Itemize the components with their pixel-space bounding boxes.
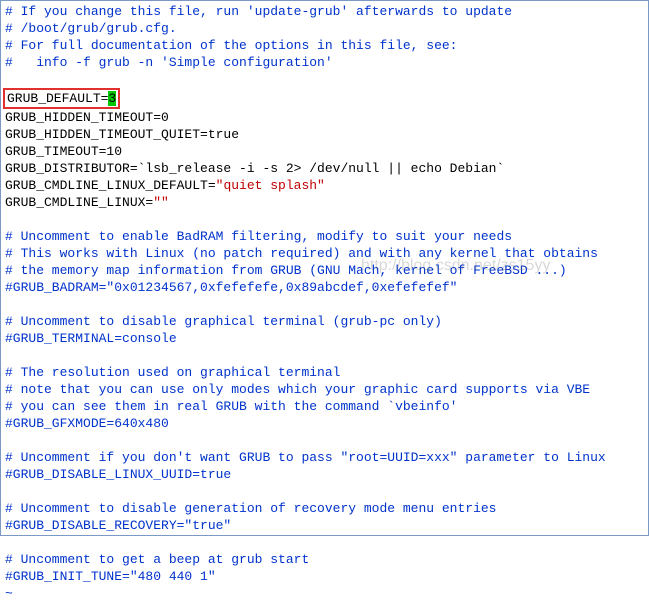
code-segment: GRUB_CMDLINE_LINUX_DEFAULT= — [5, 178, 216, 193]
code-segment: ~ — [5, 586, 13, 601]
code-segment: "quiet splash" — [216, 178, 325, 193]
code-line[interactable]: GRUB_CMDLINE_LINUX="" — [5, 194, 644, 211]
code-line[interactable] — [5, 347, 644, 364]
code-segment: # If you change this file, run 'update-g… — [5, 4, 512, 19]
code-segment: # info -f grub -n 'Simple configuration' — [5, 55, 333, 70]
code-segment: # This works with Linux (no patch requir… — [5, 246, 598, 261]
code-line[interactable]: # Uncomment if you don't want GRUB to pa… — [5, 449, 644, 466]
code-segment: GRUB_HIDDEN_TIMEOUT_QUIET=true — [5, 127, 239, 142]
code-line[interactable]: GRUB_DISTRIBUTOR=`lsb_release -i -s 2> /… — [5, 160, 644, 177]
code-segment: #GRUB_DISABLE_RECOVERY="true" — [5, 518, 231, 533]
code-line[interactable]: GRUB_HIDDEN_TIMEOUT=0 — [5, 109, 644, 126]
code-line[interactable]: GRUB_HIDDEN_TIMEOUT_QUIET=true — [5, 126, 644, 143]
code-line[interactable] — [5, 71, 644, 88]
code-line[interactable]: GRUB_DEFAULT=3 — [5, 88, 644, 109]
code-segment: "" — [153, 195, 169, 210]
code-line[interactable]: # The resolution used on graphical termi… — [5, 364, 644, 381]
code-line[interactable] — [5, 534, 644, 551]
code-segment: # Uncomment to get a beep at grub start — [5, 552, 309, 567]
code-segment — [5, 297, 13, 312]
code-segment: #GRUB_GFXMODE=640x480 — [5, 416, 169, 431]
code-segment: # For full documentation of the options … — [5, 38, 457, 53]
code-line[interactable]: # info -f grub -n 'Simple configuration' — [5, 54, 644, 71]
code-segment: # Uncomment to disable graphical termina… — [5, 314, 442, 329]
code-segment: GRUB_DEFAULT= — [7, 91, 108, 106]
highlighted-setting: GRUB_DEFAULT=3 — [3, 88, 120, 109]
code-line[interactable]: ~ — [5, 585, 644, 602]
code-line[interactable] — [5, 483, 644, 500]
code-line[interactable]: # Uncomment to disable generation of rec… — [5, 500, 644, 517]
code-line[interactable]: # If you change this file, run 'update-g… — [5, 3, 644, 20]
code-line[interactable]: # Uncomment to get a beep at grub start — [5, 551, 644, 568]
code-line[interactable]: # you can see them in real GRUB with the… — [5, 398, 644, 415]
code-segment: #GRUB_TERMINAL=console — [5, 331, 177, 346]
code-line[interactable]: # note that you can use only modes which… — [5, 381, 644, 398]
code-line[interactable]: #GRUB_BADRAM="0x01234567,0xfefefefe,0x89… — [5, 279, 644, 296]
code-segment: GRUB_CMDLINE_LINUX= — [5, 195, 153, 210]
code-segment: # the memory map information from GRUB (… — [5, 263, 567, 278]
code-line[interactable]: #GRUB_DISABLE_RECOVERY="true" — [5, 517, 644, 534]
code-segment: GRUB_HIDDEN_TIMEOUT=0 — [5, 110, 169, 125]
code-line[interactable]: # Uncomment to enable BadRAM filtering, … — [5, 228, 644, 245]
code-line[interactable]: # Uncomment to disable graphical termina… — [5, 313, 644, 330]
code-segment: # /boot/grub/grub.cfg. — [5, 21, 177, 36]
code-segment: #GRUB_INIT_TUNE="480 440 1" — [5, 569, 216, 584]
code-line[interactable]: #GRUB_INIT_TUNE="480 440 1" — [5, 568, 644, 585]
code-segment: # Uncomment if you don't want GRUB to pa… — [5, 450, 606, 465]
code-segment — [5, 433, 13, 448]
code-segment: # note that you can use only modes which… — [5, 382, 590, 397]
code-segment: # Uncomment to enable BadRAM filtering, … — [5, 229, 512, 244]
code-segment: #GRUB_DISABLE_LINUX_UUID=true — [5, 467, 231, 482]
code-segment — [5, 72, 13, 87]
code-segment: GRUB_TIMEOUT=10 — [5, 144, 122, 159]
code-segment — [5, 212, 13, 227]
code-segment: GRUB_DISTRIBUTOR=`lsb_release -i -s 2> /… — [5, 161, 504, 176]
code-line[interactable] — [5, 211, 644, 228]
text-editor-content[interactable]: # If you change this file, run 'update-g… — [1, 1, 648, 604]
code-line[interactable]: # /boot/grub/grub.cfg. — [5, 20, 644, 37]
code-line[interactable]: GRUB_TIMEOUT=10 — [5, 143, 644, 160]
code-line[interactable]: #GRUB_DISABLE_LINUX_UUID=true — [5, 466, 644, 483]
code-segment — [5, 484, 13, 499]
code-line[interactable]: # For full documentation of the options … — [5, 37, 644, 54]
code-line[interactable]: # This works with Linux (no patch requir… — [5, 245, 644, 262]
code-line[interactable]: #GRUB_TERMINAL=console — [5, 330, 644, 347]
code-segment: #GRUB_BADRAM="0x01234567,0xfefefefe,0x89… — [5, 280, 457, 295]
code-segment: # The resolution used on graphical termi… — [5, 365, 340, 380]
code-segment — [5, 348, 13, 363]
code-segment: # Uncomment to disable generation of rec… — [5, 501, 496, 516]
code-segment: 3 — [108, 91, 116, 106]
code-segment: # you can see them in real GRUB with the… — [5, 399, 457, 414]
code-line[interactable]: GRUB_CMDLINE_LINUX_DEFAULT="quiet splash… — [5, 177, 644, 194]
code-line[interactable]: #GRUB_GFXMODE=640x480 — [5, 415, 644, 432]
code-segment — [5, 535, 13, 550]
code-line[interactable]: # the memory map information from GRUB (… — [5, 262, 644, 279]
code-line[interactable] — [5, 296, 644, 313]
code-line[interactable] — [5, 432, 644, 449]
